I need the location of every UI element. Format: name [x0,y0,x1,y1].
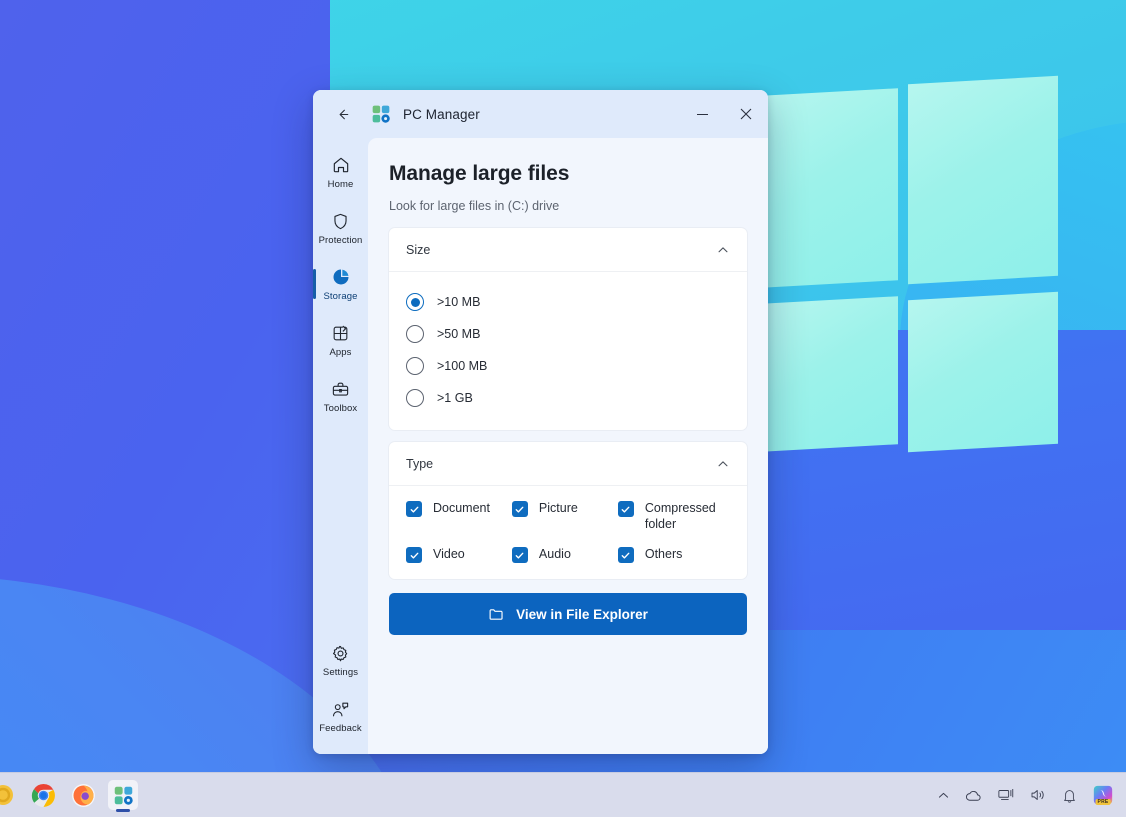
feedback-person-icon [331,698,350,720]
gear-icon [331,642,350,664]
type-option-label: Audio [538,547,571,561]
chrome-icon[interactable] [28,780,58,810]
type-option-label: Document [433,501,490,515]
size-option-label: >100 MB [437,359,488,373]
size-option-label: >1 GB [437,391,473,405]
sidebar-item-label: Toolbox [323,403,358,414]
window-body: Home Protection Storage Apps Toolbox Set… [313,138,768,754]
close-button[interactable] [724,90,768,138]
checkbox-indicator[interactable] [617,547,634,563]
sidebar-item-toolbox[interactable]: Toolbox [313,368,368,424]
checkbox-indicator[interactable] [406,501,422,517]
type-option-video[interactable]: Video [406,546,508,563]
type-option-label: Video [433,547,465,561]
window-titlebar: PC Manager [313,90,768,138]
size-option-1gb[interactable]: >1 GB [406,382,730,414]
type-option-label: Others [644,547,683,561]
firefox-icon[interactable] [68,780,98,810]
network-icon[interactable] [997,786,1015,804]
size-section-body: >10 MB >50 MB >100 MB >1 GB [389,272,747,430]
type-option-picture[interactable]: Picture [511,500,614,532]
type-section-title: Type [406,456,434,471]
wallpaper-logo-pane [908,75,1058,285]
type-option-audio[interactable]: Audio [511,546,614,563]
back-button[interactable] [327,98,359,130]
page-subtitle: Look for large files in (C:) drive [389,199,560,213]
onedrive-cloud-icon[interactable] [964,786,983,805]
notification-bell-icon[interactable] [1061,787,1078,804]
desktop: PC Manager Home Protection Storage Apps … [0,0,1126,817]
wallpaper-logo-pane [762,88,898,288]
pc-manager-icon[interactable] [108,780,138,810]
type-option-compressed-folder[interactable]: Compressed folder [617,500,730,532]
taskbar: PRE [0,772,1126,817]
sidebar-item-settings[interactable]: Settings [313,632,368,688]
sidebar-item-feedback[interactable]: Feedback [313,688,368,744]
pc-manager-window: PC Manager Home Protection Storage Apps … [313,90,768,754]
sidebar-item-storage[interactable]: Storage [313,256,368,312]
copilot-icon[interactable]: PRE [1092,784,1114,806]
checkbox-indicator[interactable] [511,501,528,517]
type-option-document[interactable]: Document [406,500,508,532]
chevron-up-icon[interactable] [716,243,730,257]
main-content: Manage large files Look for large files … [368,138,768,754]
window-title: PC Manager [403,106,480,122]
window-controls [680,90,768,138]
size-section-card: Size >10 MB >50 MB >100 MB >1 GB [389,228,747,430]
radio-indicator[interactable] [406,389,424,407]
radio-indicator[interactable] [406,357,424,375]
folder-icon [488,606,505,623]
button-label: View in File Explorer [516,606,648,622]
toolbox-icon [331,378,350,400]
chevron-up-icon[interactable] [716,457,730,471]
sidebar-item-label: Home [327,179,354,190]
type-option-label: Picture [538,501,578,515]
sidebar-item-protection[interactable]: Protection [313,200,368,256]
type-options-grid: Document Picture Compressed folder Video… [406,500,730,563]
sidebar: Home Protection Storage Apps Toolbox Set… [313,138,368,754]
radio-indicator[interactable] [406,293,424,311]
type-section-body: Document Picture Compressed folder Video… [389,486,747,579]
type-option-label: Compressed folder [644,501,716,531]
pc-manager-logo-icon [372,105,390,123]
start-icon[interactable] [0,780,18,810]
pie-chart-icon [331,266,351,288]
sidebar-item-label: Settings [322,667,359,678]
sidebar-item-label: Feedback [319,723,362,734]
page-title: Manage large files [389,162,570,185]
sidebar-item-home[interactable]: Home [313,144,368,200]
type-option-others[interactable]: Others [617,546,730,563]
wallpaper-logo-pane [908,291,1058,453]
sidebar-item-label: Protection [318,235,363,246]
taskbar-pinned-apps [0,780,138,810]
shield-icon [331,210,350,232]
checkbox-indicator[interactable] [511,547,528,563]
minimize-button[interactable] [680,90,724,138]
show-hidden-icons-chevron-icon[interactable] [937,789,950,802]
view-in-file-explorer-button[interactable]: View in File Explorer [389,593,747,635]
size-section-header[interactable]: Size [389,228,747,272]
type-section-card: Type Document Picture Compressed folder … [389,442,747,579]
type-section-header[interactable]: Type [389,442,747,486]
radio-indicator[interactable] [406,325,424,343]
wallpaper-logo-pane [762,296,898,452]
taskbar-system-tray: PRE [937,784,1126,806]
sidebar-item-label: Apps [329,347,352,358]
volume-icon[interactable] [1029,786,1047,804]
size-section-title: Size [406,242,431,257]
size-option-10mb[interactable]: >10 MB [406,286,730,318]
home-icon [331,154,351,176]
checkbox-indicator[interactable] [406,547,422,563]
size-option-50mb[interactable]: >50 MB [406,318,730,350]
sidebar-item-apps[interactable]: Apps [313,312,368,368]
sidebar-item-label: Storage [323,291,358,302]
checkbox-indicator[interactable] [617,501,634,517]
size-option-label: >10 MB [437,295,481,309]
apps-grid-icon [331,322,350,344]
size-option-100mb[interactable]: >100 MB [406,350,730,382]
copilot-preview-badge: PRE [1095,799,1111,805]
size-option-label: >50 MB [437,327,481,341]
